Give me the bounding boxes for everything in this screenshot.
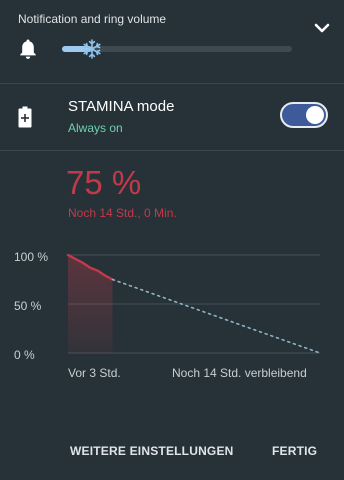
battery-plus-icon	[18, 106, 32, 128]
toggle-knob	[306, 106, 324, 124]
more-settings-button[interactable]: WEITERE EINSTELLUNGEN	[70, 444, 234, 458]
bell-icon	[20, 39, 36, 59]
xtick-label: Noch 14 Std. verbleibend	[172, 366, 307, 380]
ytick-label: 50 %	[14, 299, 42, 313]
expand-button[interactable]	[312, 18, 332, 38]
volume-title: Notification and ring volume	[18, 12, 167, 26]
divider	[0, 150, 344, 151]
xtick-label: Vor 3 Std.	[68, 366, 121, 380]
stamina-title: STAMINA mode	[68, 98, 175, 115]
volume-panel: Notification and ring volume	[0, 0, 344, 82]
ytick-label: 100 %	[14, 250, 49, 264]
ytick-label: 0 %	[14, 348, 35, 362]
snowflake-icon[interactable]	[81, 38, 103, 60]
battery-remaining: Noch 14 Std., 0 Min.	[68, 206, 177, 220]
stamina-toggle[interactable]	[280, 102, 328, 128]
projection-line	[111, 278, 321, 354]
stamina-row[interactable]: STAMINA mode Always on	[0, 84, 344, 150]
battery-percent: 75 %	[66, 164, 142, 201]
done-button[interactable]: FERTIG	[272, 444, 317, 458]
history-area	[68, 255, 113, 353]
chevron-down-icon	[314, 23, 330, 33]
volume-slider[interactable]	[62, 38, 292, 60]
stamina-subtitle: Always on	[68, 121, 123, 135]
